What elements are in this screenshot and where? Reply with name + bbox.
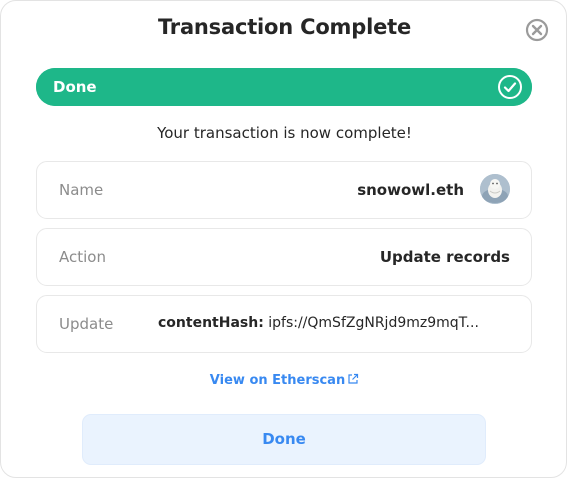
- action-row: Action Update records: [36, 228, 532, 286]
- dialog-title: Transaction Complete: [157, 15, 411, 39]
- view-on-etherscan-link[interactable]: View on Etherscan: [1, 373, 567, 388]
- progress-label: Done: [53, 78, 97, 96]
- transaction-complete-dialog: Transaction Complete Done Your transacti…: [0, 0, 567, 478]
- external-link-icon: [348, 373, 359, 384]
- close-icon[interactable]: [525, 18, 549, 42]
- action-value: Update records: [379, 248, 510, 266]
- status-message: Your transaction is now complete!: [157, 124, 412, 142]
- check-circle-icon: [498, 75, 522, 99]
- name-label: Name: [59, 181, 104, 199]
- update-value: contentHash: ipfs://QmSfZgNRjd9mz9mqT...: [158, 315, 498, 331]
- update-key: contentHash:: [158, 315, 264, 331]
- etherscan-link-label: View on Etherscan: [209, 373, 346, 388]
- update-label: Update: [59, 315, 114, 333]
- name-value: snowowl.eth: [357, 181, 464, 199]
- update-record-value: ipfs://QmSfZgNRjd9mz9mqT...: [268, 315, 479, 331]
- owl-avatar-icon: [480, 174, 510, 204]
- action-label: Action: [59, 248, 106, 266]
- avatar: [480, 174, 510, 204]
- name-row: Name snowowl.eth: [36, 161, 532, 219]
- done-button[interactable]: Done: [82, 414, 486, 465]
- progress-bar: Done: [36, 68, 532, 106]
- update-row: Update contentHash: ipfs://QmSfZgNRjd9mz…: [36, 295, 532, 353]
- progress-fill: [36, 68, 532, 106]
